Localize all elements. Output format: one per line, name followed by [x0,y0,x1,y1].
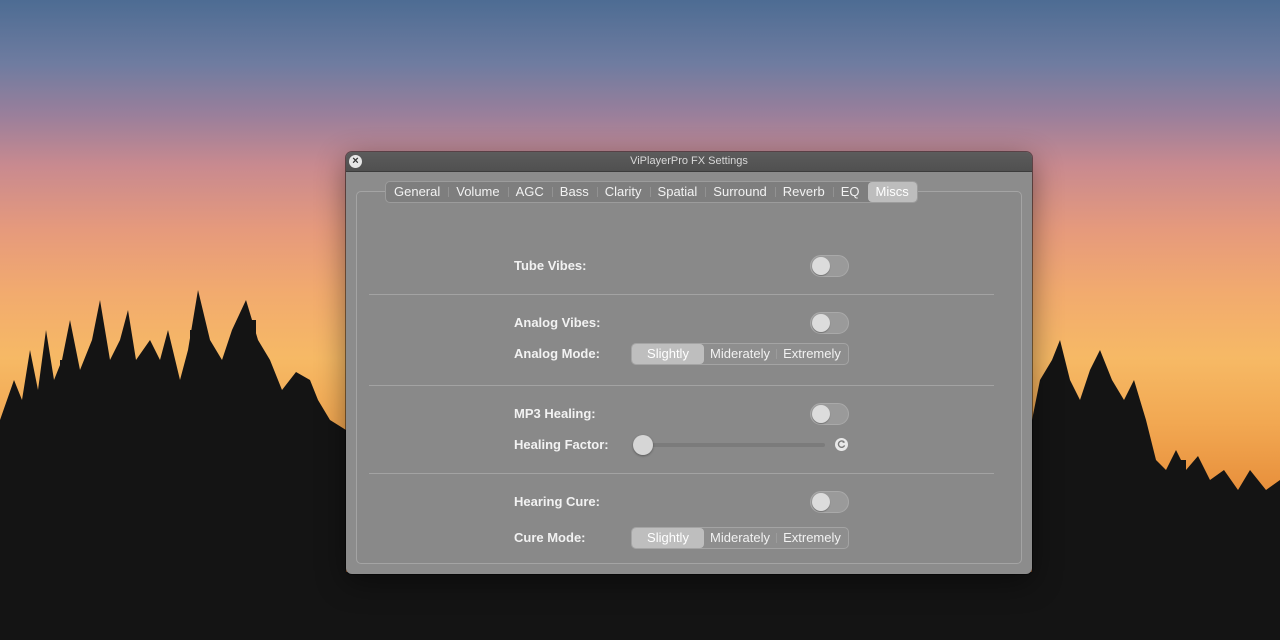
cure-mode-label: Cure Mode: [514,530,586,545]
healing-factor-slider[interactable] [633,435,825,455]
tab-bar: General Volume AGC Bass Clarity Spatial … [385,181,918,203]
title-bar[interactable]: × ViPlayerPro FX Settings [346,152,1032,172]
analog-mode-slightly[interactable]: Slightly [632,344,704,364]
tab-eq[interactable]: EQ [832,182,868,202]
healing-factor-label: Healing Factor: [514,437,609,452]
analog-vibes-label: Analog Vibes: [514,315,601,330]
tube-vibes-label: Tube Vibes: [514,258,587,273]
section-divider [369,385,994,386]
cure-mode-miderately[interactable]: Miderately [704,528,776,548]
tab-surround[interactable]: Surround [705,182,774,202]
reset-icon-glyph [837,440,846,449]
mp3-healing-label: MP3 Healing: [514,406,596,421]
mp3-healing-toggle[interactable] [810,403,849,425]
tab-spatial[interactable]: Spatial [649,182,706,202]
hearing-cure-label: Hearing Cure: [514,494,600,509]
analog-vibes-toggle[interactable] [810,312,849,334]
cure-mode-segmented-control: Slightly Miderately Extremely [631,527,849,549]
toggle-knob [812,405,830,423]
reset-icon[interactable] [835,438,848,451]
tab-reverb[interactable]: Reverb [774,182,833,202]
tab-bass[interactable]: Bass [551,182,597,202]
hearing-cure-toggle[interactable] [810,491,849,513]
tab-general[interactable]: General [386,182,448,202]
tab-miscs[interactable]: Miscs [867,182,917,202]
analog-mode-label: Analog Mode: [514,346,600,361]
cure-mode-extremely[interactable]: Extremely [776,528,848,548]
toggle-knob [812,493,830,511]
window-title: ViPlayerPro FX Settings [630,155,748,167]
tab-agc[interactable]: AGC [507,182,552,202]
analog-mode-extremely[interactable]: Extremely [776,344,848,364]
analog-mode-segmented-control: Slightly Miderately Extremely [631,343,849,365]
tube-vibes-toggle[interactable] [810,255,849,277]
toggle-knob [812,257,830,275]
toggle-knob [812,314,830,332]
analog-mode-miderately[interactable]: Miderately [704,344,776,364]
slider-track [637,443,825,447]
tab-volume[interactable]: Volume [448,182,507,202]
section-divider [369,294,994,295]
slider-thumb[interactable] [633,435,653,455]
tab-clarity[interactable]: Clarity [596,182,650,202]
tab-content-panel [356,191,1022,564]
cure-mode-slightly[interactable]: Slightly [632,528,704,548]
section-divider [369,473,994,474]
